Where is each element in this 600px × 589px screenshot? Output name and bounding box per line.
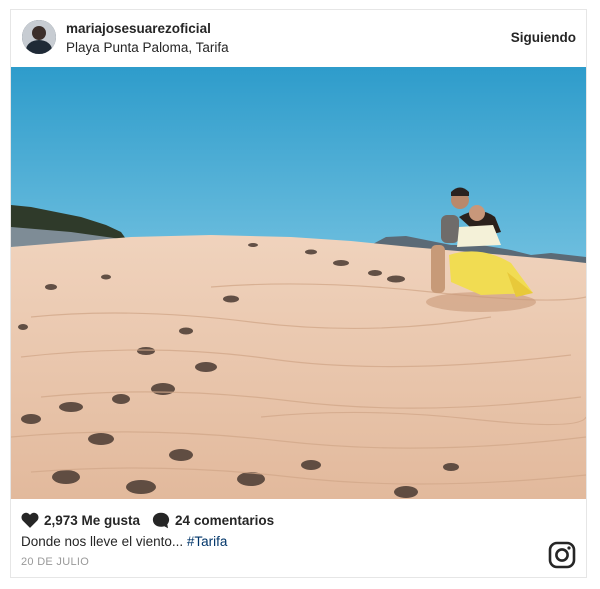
following-button[interactable]: Siguiendo [511, 30, 576, 45]
heart-icon [21, 512, 39, 528]
like-button[interactable]: 2,973 Me gusta [21, 512, 140, 528]
caption-text: Donde nos lleve el viento... [21, 534, 187, 549]
avatar[interactable] [22, 20, 56, 54]
post-date[interactable]: 20 DE JULIO [21, 556, 89, 568]
location-link[interactable]: Playa Punta Paloma, Tarifa [66, 40, 229, 55]
username[interactable]: mariajosesuarezoficial [66, 21, 211, 36]
post-caption: Donde nos lleve el viento... #Tarifa [21, 534, 227, 549]
instagram-icon[interactable] [548, 541, 576, 569]
comment-bubble-icon [152, 512, 170, 528]
post-photo[interactable] [11, 67, 586, 499]
likes-count: 2,973 Me gusta [44, 512, 141, 528]
instagram-post-card: mariajosesuarezoficial Playa Punta Palom… [10, 9, 587, 578]
hashtag-link[interactable]: #Tarifa [187, 534, 228, 549]
post-actions: 2,973 Me gusta 24 comentarios [21, 510, 286, 530]
post-header: mariajosesuarezoficial Playa Punta Palom… [11, 10, 586, 67]
comments-count: 24 comentarios [175, 512, 275, 528]
comments-button[interactable]: 24 comentarios [152, 512, 274, 529]
